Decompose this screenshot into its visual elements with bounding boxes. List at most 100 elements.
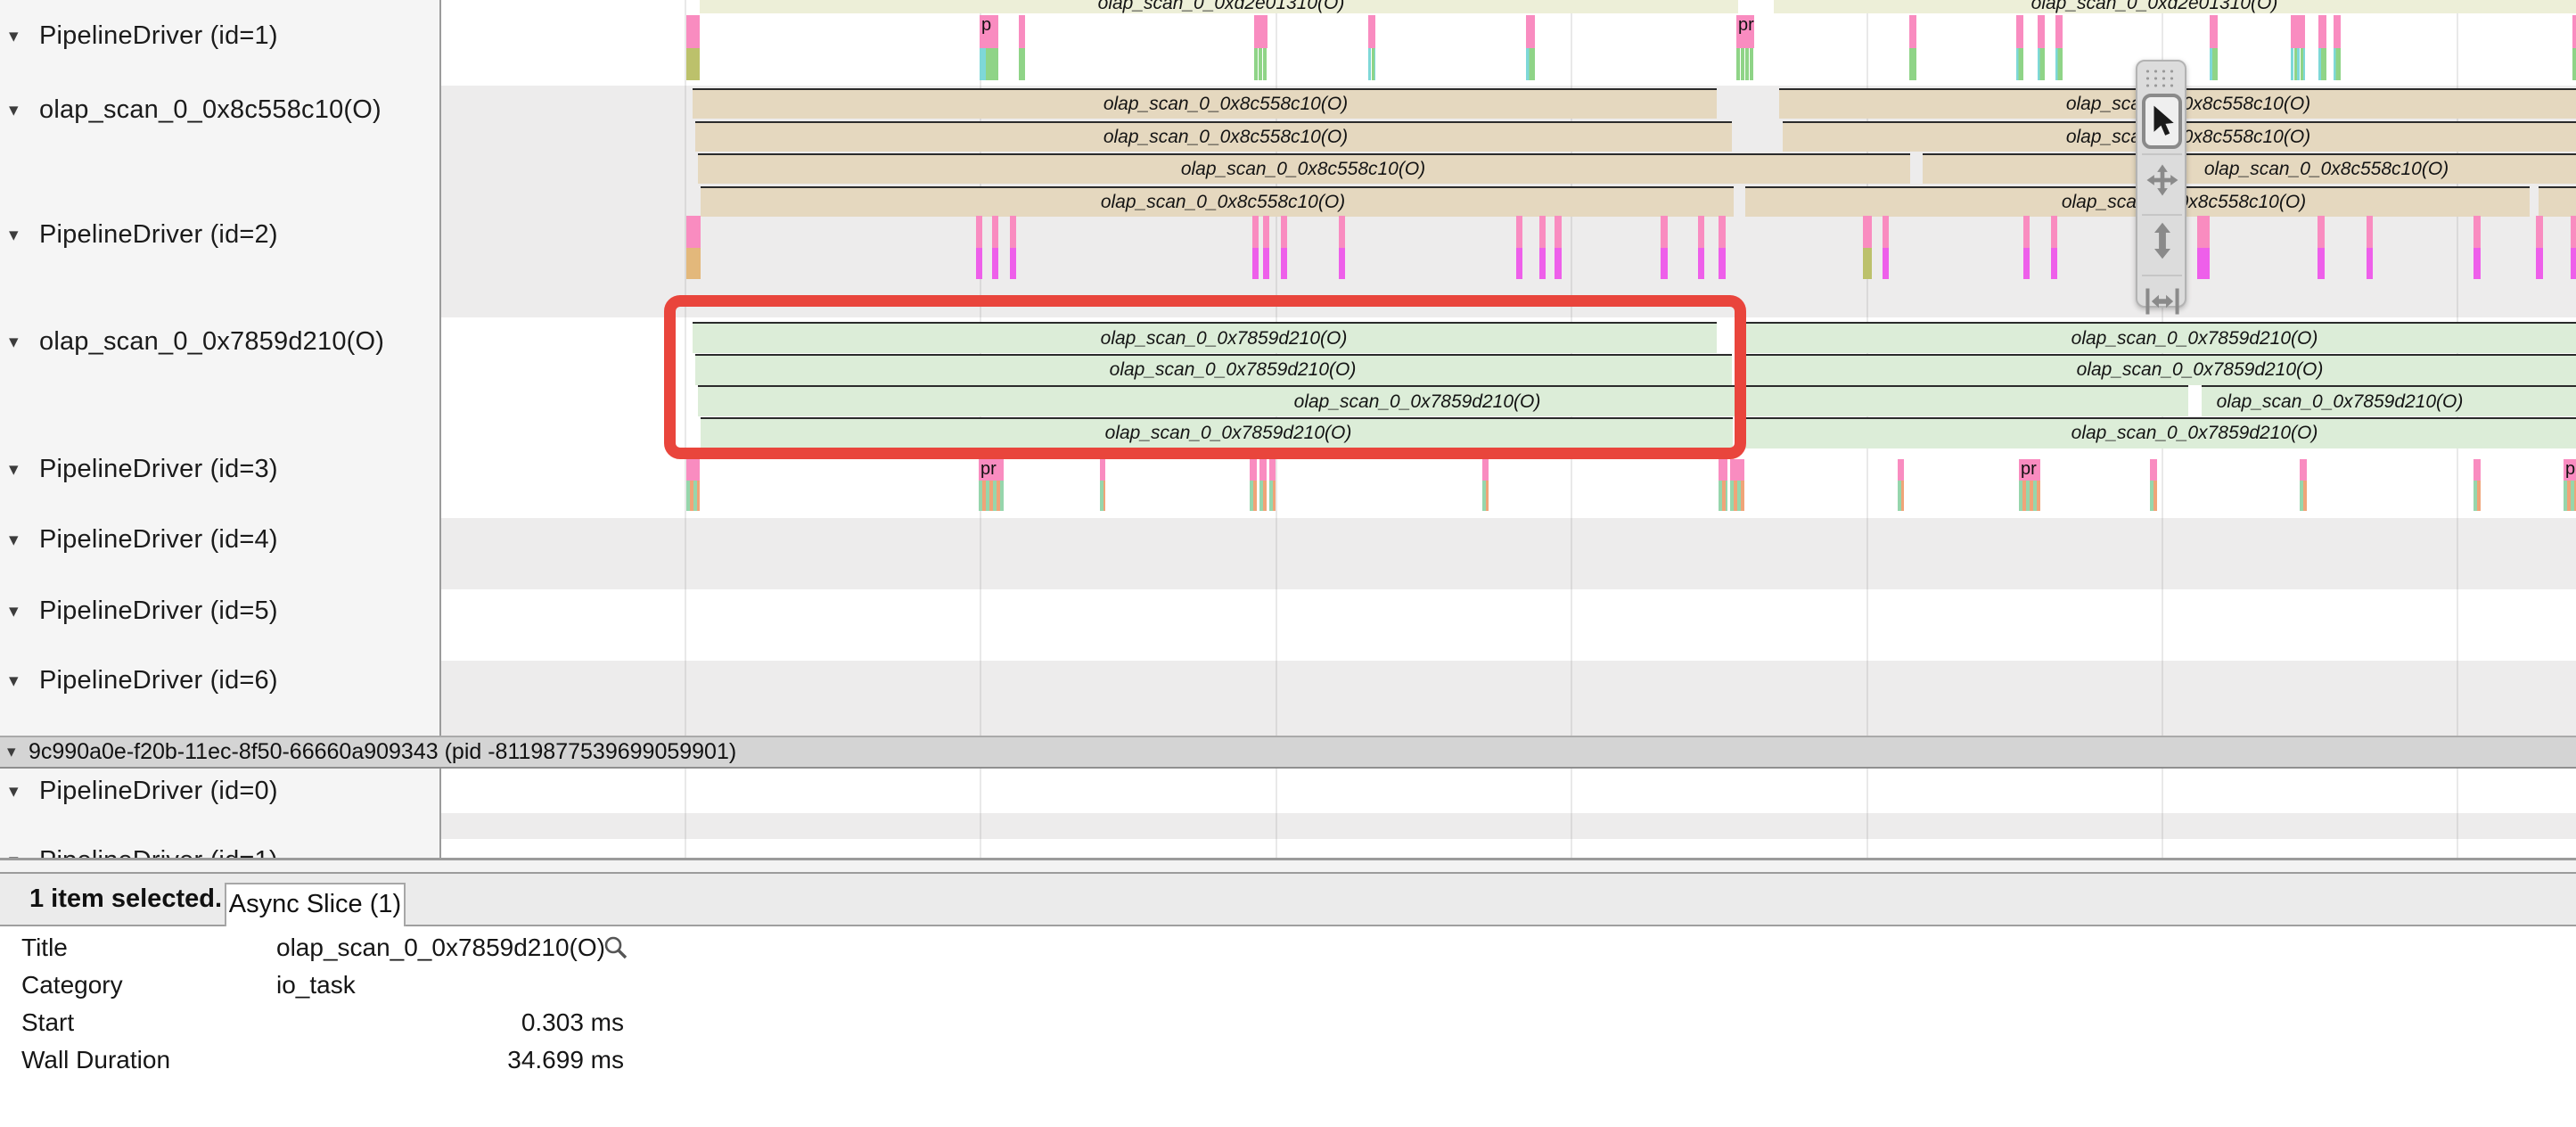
- activity-sliver-pipeline-driver-2[interactable]: [2197, 216, 2210, 248]
- collapse-triangle-icon[interactable]: ▾: [7, 742, 29, 762]
- activity-sliver-pipeline-driver-2[interactable]: [2318, 248, 2325, 279]
- activity-sliver-pipeline-driver-3[interactable]: [1100, 459, 1105, 481]
- activity-sliver-pipeline-driver-2[interactable]: [686, 216, 701, 248]
- activity-sliver-pipeline-driver-2[interactable]: [1263, 216, 1269, 248]
- activity-sliver-pipeline-driver-2[interactable]: [2367, 216, 2373, 248]
- async-slice-bar[interactable]: olap_scan_0_0x7859d210(O): [698, 385, 2188, 416]
- async-slice-bar[interactable]: olap_scan_0_0x7859d210(O): [1745, 354, 2576, 385]
- activity-sliver-pipeline-driver-3[interactable]: [2300, 481, 2307, 511]
- activity-sliver-pipeline-driver-3[interactable]: [2473, 481, 2481, 511]
- activity-sliver-pipeline-driver-2[interactable]: [992, 248, 998, 279]
- sidebar-track-row[interactable]: ▾PipelineDriver (id=3): [0, 452, 439, 486]
- activity-sliver-pipeline-driver-1[interactable]: [2334, 15, 2341, 48]
- activity-sliver-pipeline-driver-2[interactable]: [992, 216, 998, 248]
- async-slice-bar[interactable]: olap_scan_0_0x7859d210(O): [695, 354, 1732, 385]
- activity-sliver-pipeline-driver-2[interactable]: [1661, 216, 1668, 248]
- activity-sliver-pipeline-driver-2[interactable]: [1719, 248, 1726, 279]
- tool-button-vertical-zoom[interactable]: [2142, 214, 2182, 266]
- activity-sliver-pipeline-driver-1[interactable]: [1526, 15, 1535, 48]
- activity-sliver-pipeline-driver-2[interactable]: [2536, 248, 2543, 279]
- activity-sliver-pipeline-driver-1[interactable]: [2318, 15, 2326, 48]
- magnifier-icon[interactable]: [603, 934, 629, 961]
- activity-sliver-pipeline-driver-2[interactable]: [1883, 216, 1889, 248]
- activity-sliver-pipeline-driver-3[interactable]: [1719, 459, 1727, 481]
- activity-sliver-pipeline-driver-2[interactable]: [976, 216, 982, 248]
- activity-sliver-pipeline-driver-2[interactable]: [1281, 248, 1287, 279]
- activity-sliver-pipeline-driver-2[interactable]: [2473, 216, 2481, 248]
- activity-sliver-pipeline-driver-1[interactable]: [2016, 15, 2023, 48]
- tab-async-slice[interactable]: Async Slice (1): [225, 883, 406, 926]
- activity-sliver-pipeline-driver-2[interactable]: [2197, 248, 2210, 279]
- activity-sliver-pipeline-driver-1[interactable]: [2210, 15, 2218, 48]
- activity-sliver-pipeline-driver-2[interactable]: [1539, 248, 1546, 279]
- activity-sliver-pipeline-driver-2[interactable]: [2318, 216, 2325, 248]
- activity-sliver-pipeline-driver-1[interactable]: [2572, 15, 2576, 48]
- activity-sliver-pipeline-driver-1[interactable]: [1368, 15, 1375, 48]
- toolbar-grip-handle[interactable]: [2144, 68, 2178, 89]
- activity-sliver-pipeline-driver-1[interactable]: [2318, 48, 2326, 80]
- async-slice-bar[interactable]: olap_scan_0_0x7859d210(O): [1745, 417, 2576, 448]
- activity-sliver-pipeline-driver-1[interactable]: [1368, 48, 1375, 80]
- activity-sliver-pipeline-driver-1[interactable]: [2334, 48, 2341, 80]
- activity-sliver-pipeline-driver-2[interactable]: [1339, 248, 1345, 279]
- activity-sliver-pipeline-driver-2[interactable]: [1555, 248, 1562, 279]
- activity-sliver-pipeline-driver-2[interactable]: [2051, 248, 2057, 279]
- activity-sliver-pipeline-driver-3[interactable]: [1482, 459, 1489, 481]
- activity-sliver-pipeline-driver-2[interactable]: [2571, 248, 2576, 279]
- async-slice-bar[interactable]: olap_scan_0_0x8c558c10(O): [693, 88, 1717, 119]
- async-slice-bar[interactable]: [2539, 186, 2576, 217]
- async-slice-bar[interactable]: olap_scan_0_0x8c558c10(O): [701, 186, 1734, 217]
- activity-sliver-pipeline-driver-3[interactable]: [1482, 481, 1489, 511]
- activity-sliver-pipeline-driver-3[interactable]: [2150, 481, 2157, 511]
- activity-sliver-pipeline-driver-2[interactable]: [2473, 248, 2481, 279]
- sidebar-track-row[interactable]: ▾olap_scan_0_0x7859d210(O): [0, 325, 439, 358]
- sidebar-track-row[interactable]: ▾olap_scan_0_0x8c558c10(O): [0, 93, 439, 127]
- collapse-triangle-icon[interactable]: ▾: [9, 670, 39, 692]
- tool-button-pointer[interactable]: [2142, 94, 2182, 149]
- pane-splitter[interactable]: [0, 858, 2576, 874]
- activity-sliver-pipeline-driver-2[interactable]: [1555, 216, 1562, 248]
- activity-sliver-pipeline-driver-3[interactable]: [1100, 481, 1105, 511]
- sidebar-track-row[interactable]: ▾PipelineDriver (id=4): [0, 522, 439, 556]
- collapse-triangle-icon[interactable]: ▾: [9, 529, 39, 551]
- sidebar-track-row[interactable]: ▾PipelineDriver (id=2): [0, 218, 439, 251]
- activity-sliver-pipeline-driver-3[interactable]: [2150, 459, 2157, 481]
- activity-sliver-pipeline-driver-3[interactable]: [2473, 459, 2481, 481]
- activity-sliver-pipeline-driver-2[interactable]: [1661, 248, 1668, 279]
- activity-sliver-pipeline-driver-1[interactable]: [1736, 48, 1754, 80]
- activity-sliver-pipeline-driver-2[interactable]: [2051, 216, 2057, 248]
- activity-sliver-pipeline-driver-2[interactable]: [976, 248, 982, 279]
- activity-sliver-pipeline-driver-3[interactable]: [1259, 481, 1267, 511]
- activity-sliver-pipeline-driver-3[interactable]: [1259, 459, 1267, 481]
- activity-sliver-pipeline-driver-3[interactable]: [2564, 481, 2576, 511]
- sidebar-track-row[interactable]: ▾PipelineDriver (id=6): [0, 663, 439, 697]
- activity-sliver-pipeline-driver-3[interactable]: pr: [2019, 459, 2040, 481]
- activity-sliver-pipeline-driver-2[interactable]: [1698, 216, 1704, 248]
- sidebar-track-row[interactable]: ▾PipelineDriver (id=1): [0, 19, 439, 53]
- activity-sliver-pipeline-driver-2[interactable]: [686, 248, 701, 279]
- activity-sliver-pipeline-driver-3[interactable]: [686, 481, 700, 511]
- activity-sliver-pipeline-driver-1[interactable]: [2572, 48, 2576, 80]
- activity-sliver-pipeline-driver-3[interactable]: [1898, 459, 1904, 481]
- async-slice-bar[interactable]: olap_scan_0_0x7859d210(O): [1745, 322, 2576, 353]
- activity-sliver-pipeline-driver-1[interactable]: [2291, 48, 2305, 80]
- activity-sliver-pipeline-driver-1[interactable]: p: [980, 15, 998, 48]
- activity-sliver-pipeline-driver-2[interactable]: [1698, 248, 1704, 279]
- activity-sliver-pipeline-driver-3[interactable]: [1730, 459, 1744, 481]
- activity-sliver-pipeline-driver-2[interactable]: [2536, 216, 2543, 248]
- activity-sliver-pipeline-driver-3[interactable]: [1250, 481, 1257, 511]
- activity-sliver-pipeline-driver-2[interactable]: [1516, 248, 1522, 279]
- activity-sliver-pipeline-driver-1[interactable]: [2291, 15, 2305, 48]
- activity-sliver-pipeline-driver-2[interactable]: [1719, 216, 1726, 248]
- activity-sliver-pipeline-driver-1[interactable]: [980, 48, 998, 80]
- activity-sliver-pipeline-driver-2[interactable]: [1516, 216, 1522, 248]
- activity-sliver-pipeline-driver-3[interactable]: [1719, 481, 1727, 511]
- activity-sliver-pipeline-driver-2[interactable]: [1010, 248, 1016, 279]
- async-slice-bar[interactable]: olap_scan_0_0x8c558c10(O): [1923, 153, 2576, 184]
- async-slice-bar[interactable]: olap_scan_0_0x7859d210(O): [693, 322, 1717, 353]
- sidebar-track-row[interactable]: ▾PipelineDriver (id=0): [0, 774, 439, 808]
- activity-sliver-pipeline-driver-2[interactable]: [1863, 248, 1872, 279]
- activity-sliver-pipeline-driver-3[interactable]: [686, 459, 700, 481]
- async-slice-bar[interactable]: olap_scan_0_0x7859d210(O): [701, 417, 1733, 448]
- collapse-triangle-icon[interactable]: ▾: [9, 850, 39, 859]
